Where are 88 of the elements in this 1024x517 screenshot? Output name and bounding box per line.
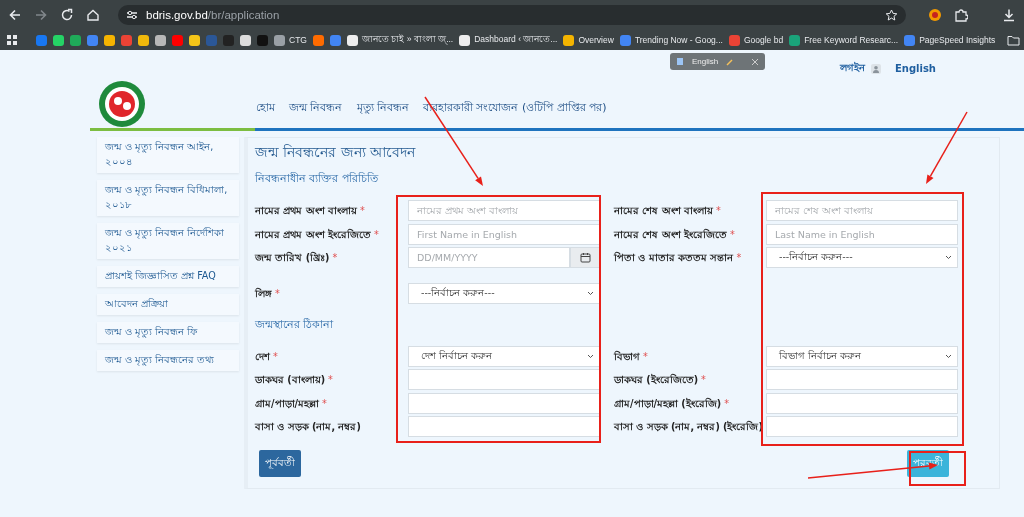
bookmark-site-icon[interactable] xyxy=(104,34,115,46)
nav-link[interactable]: হোম xyxy=(256,99,275,118)
bookmark-site-icon[interactable] xyxy=(312,34,324,46)
sidebar-link[interactable]: জন্ম ও মৃত্যু নিবন্ধন আইন, ২০০৪ xyxy=(97,137,239,173)
login-link[interactable]: লগইন xyxy=(839,60,865,77)
wand-icon[interactable] xyxy=(726,57,735,66)
bookmark-site-icon[interactable] xyxy=(53,34,64,46)
sidebar-link[interactable]: জন্ম ও মৃত্যু নিবন্ধন ফি xyxy=(97,322,239,343)
bookmark-link[interactable]: Trending Now - Goog... xyxy=(619,34,723,46)
translate-icon xyxy=(676,57,684,66)
dropdown[interactable]: ---নির্বাচন করুন--- xyxy=(766,247,958,268)
site-settings-icon[interactable] xyxy=(126,9,138,21)
field-label: জন্ম তারিখ (খ্রিঃ) * xyxy=(255,250,339,265)
url-text: bdris.gov.bd/br/application xyxy=(146,9,280,21)
star-icon[interactable] xyxy=(885,8,898,22)
field-label: বাসা ও সড়ক (নাম, নম্বর) xyxy=(255,420,362,434)
field-label: নামের শেষ অংশ বাংলায় * xyxy=(614,204,722,218)
field-label: নামের প্রথম অংশ বাংলায় * xyxy=(255,204,366,218)
field-label: গ্রাম/পাড়া/মহল্লা * xyxy=(255,396,328,411)
text-field[interactable] xyxy=(766,369,958,390)
bookmark-link[interactable]: PageSpeed Insights xyxy=(904,34,996,46)
folder-icon[interactable] xyxy=(1007,34,1021,46)
person-icon xyxy=(870,63,881,74)
language-option[interactable]: English xyxy=(692,57,719,66)
text-field[interactable] xyxy=(766,416,958,437)
section-heading: নিবন্ধনাধীন ব্যক্তির পরিচিতি xyxy=(255,171,380,186)
bookmark-link[interactable]: Dashboard ‹ জানতে... xyxy=(459,33,558,47)
form-title: জন্ম নিবন্ধনের জন্য আবেদন xyxy=(255,143,417,162)
nav-link[interactable]: জন্ম নিবন্ধন xyxy=(289,99,343,118)
text-field[interactable]: নামের প্রথম অংশ বাংলায় xyxy=(408,200,600,221)
bookmark-site-icon[interactable] xyxy=(189,34,200,46)
nav-link[interactable]: মৃত্যু নিবন্ধন xyxy=(356,99,409,118)
date-field[interactable]: DD/MM/YYYY xyxy=(408,247,570,268)
dropdown[interactable]: বিভাগ নির্বাচন করুন xyxy=(766,345,958,367)
field-label: লিঙ্গ * xyxy=(255,286,281,301)
calendar-button[interactable] xyxy=(570,247,600,268)
field-label: নামের প্রথম অংশ ইংরেজিতে * xyxy=(255,227,380,242)
calendar-icon xyxy=(579,252,591,263)
home-icon[interactable] xyxy=(86,8,100,22)
chevron-down-icon xyxy=(945,255,952,260)
chevron-down-icon xyxy=(587,353,594,359)
address-bar[interactable]: bdris.gov.bd/br/application xyxy=(118,5,906,25)
field-label: ডাকঘর (ইংরেজিতে) * xyxy=(614,372,707,387)
bookmark-link[interactable]: জানতে চাই » বাংলা জ্... xyxy=(346,33,454,47)
bookmark-link[interactable]: Overview xyxy=(563,34,614,46)
puzzle-icon[interactable] xyxy=(954,8,968,22)
bookmark-link[interactable]: CTG xyxy=(274,34,307,46)
bookmark-link[interactable]: Free Keyword Researc... xyxy=(789,34,899,46)
field-label: পিতা ও মাতার কততম সন্তান * xyxy=(614,250,743,265)
field-label: ডাকঘর (বাংলায়) * xyxy=(255,373,334,387)
apps-grid-icon[interactable] xyxy=(6,34,18,46)
field-label: গ্রাম/পাড়া/মহল্লা (ইংরেজি) * xyxy=(614,396,730,411)
bookmark-link[interactable]: Google bd xyxy=(728,34,784,46)
bookmark-site-icon[interactable] xyxy=(155,34,166,46)
text-field[interactable]: Last Name in English xyxy=(766,223,958,245)
text-field[interactable]: নামের শেষ অংশ বাংলায় xyxy=(766,200,958,221)
text-field[interactable] xyxy=(408,369,600,390)
close-icon[interactable] xyxy=(751,57,759,66)
field-label: নামের শেষ অংশ ইংরেজিতে * xyxy=(614,227,736,242)
section-heading: জন্মস্থানের ঠিকানা xyxy=(255,316,335,332)
field-label: বিভাগ * xyxy=(614,349,649,364)
text-field[interactable] xyxy=(408,416,600,437)
dropdown[interactable]: ---নির্বাচন করুন--- xyxy=(408,283,600,304)
text-field[interactable] xyxy=(408,392,600,414)
chevron-down-icon xyxy=(587,291,594,296)
highlight-frame xyxy=(909,451,966,486)
sidebar-link[interactable]: আবেদন প্রক্রিয়া xyxy=(97,294,239,315)
previous-button[interactable]: পূর্ববর্তী xyxy=(259,449,301,477)
download-icon[interactable] xyxy=(1002,8,1016,22)
extension-icon[interactable] xyxy=(928,8,942,22)
sidebar-link[interactable]: জন্ম ও মৃত্যু নিবন্ধন বিধিমালা, ২০১৮ xyxy=(97,180,239,216)
field-label: বাসা ও সড়ক (নাম, নম্বর) (ইংরেজি) xyxy=(614,419,764,434)
forward-arrow-icon[interactable] xyxy=(34,8,48,22)
field-label: দেশ * xyxy=(255,349,279,364)
text-field[interactable]: First Name in English xyxy=(408,223,600,245)
sidebar-link[interactable]: জন্ম ও মৃত্যু নিবন্ধন নির্দেশিকা ২০২১ xyxy=(97,223,239,259)
dropdown[interactable]: দেশ নির্বাচন করুন xyxy=(408,345,600,367)
language-link[interactable]: English xyxy=(894,63,936,74)
text-field[interactable] xyxy=(766,392,958,414)
reload-icon[interactable] xyxy=(60,8,74,22)
bookmark-site-icon[interactable] xyxy=(240,34,251,46)
bookmark-site-icon[interactable] xyxy=(70,34,81,46)
logo-icon xyxy=(98,80,146,128)
bookmark-site-icon[interactable] xyxy=(138,34,149,46)
back-arrow-icon[interactable] xyxy=(8,8,22,22)
chevron-down-icon xyxy=(945,353,952,359)
sidebar-link[interactable]: জন্ম ও মৃত্যু নিবন্ধনের তথ্য xyxy=(97,350,239,371)
sidebar-link[interactable]: প্রায়শই জিজ্ঞাসিত প্রশ্ন FAQ xyxy=(97,266,239,287)
